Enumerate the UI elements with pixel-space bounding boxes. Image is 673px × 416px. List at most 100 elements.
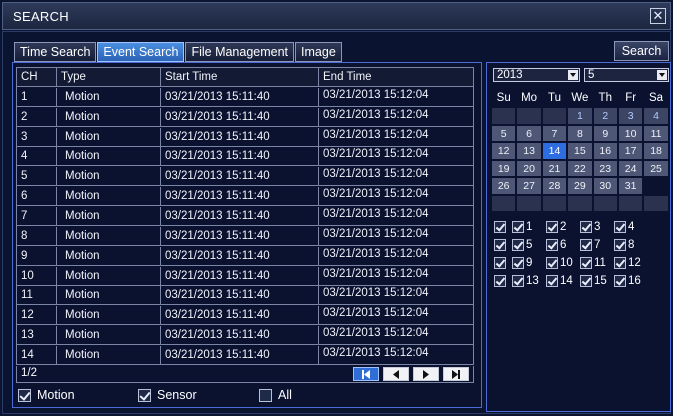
channel-item[interactable]: 8 <box>614 239 648 251</box>
header-ch[interactable]: CH <box>17 68 57 86</box>
calendar-day[interactable]: 14 <box>541 142 568 160</box>
table-row[interactable]: 12 Motion 03/21/2013 15:11:40 03/21/2013 15… <box>17 306 473 326</box>
channel-item[interactable]: 15 <box>580 275 614 287</box>
channel-checkbox[interactable] <box>546 221 558 233</box>
all-checkbox[interactable] <box>259 388 272 402</box>
calendar-day[interactable]: 26 <box>491 177 517 195</box>
table-row[interactable]: 13 Motion 03/21/2013 15:11:40 03/21/2013 15… <box>17 326 473 346</box>
channel-checkbox[interactable] <box>614 239 626 251</box>
sensor-checkbox[interactable] <box>138 388 151 402</box>
table-row[interactable]: 10 Motion 03/21/2013 15:11:40 03/21/2013 15… <box>17 266 473 286</box>
channel-checkbox[interactable] <box>546 239 558 251</box>
tab-event-search[interactable]: Event Search <box>97 42 185 62</box>
channel-item[interactable]: 12 <box>614 257 648 269</box>
channel-checkbox[interactable] <box>512 275 524 287</box>
channel-item[interactable]: 3 <box>580 221 614 233</box>
calendar-day[interactable]: 11 <box>643 124 669 142</box>
last-page-button[interactable] <box>443 367 469 381</box>
channel-item[interactable]: 7 <box>580 239 614 251</box>
channel-row-all[interactable] <box>494 257 512 269</box>
calendar-day[interactable]: 9 <box>592 124 618 142</box>
calendar-day[interactable]: 10 <box>617 124 644 142</box>
channel-checkbox[interactable] <box>580 221 592 233</box>
table-row[interactable]: 4 Motion 03/21/2013 15:11:40 03/21/2013 15:… <box>17 147 473 167</box>
table-row[interactable]: 11 Motion 03/21/2013 15:11:40 03/21/2013 15… <box>17 286 473 306</box>
channel-checkbox[interactable] <box>512 239 524 251</box>
channel-item[interactable]: 2 <box>546 221 580 233</box>
channel-row-all[interactable] <box>494 275 512 287</box>
filter-all[interactable]: All <box>259 387 292 403</box>
chevron-down-icon[interactable] <box>657 70 667 80</box>
filter-motion[interactable]: Motion <box>18 387 75 403</box>
close-icon[interactable]: ✕ <box>650 8 666 24</box>
year-select[interactable]: 2013 <box>493 68 580 82</box>
table-row[interactable]: 5 Motion 03/21/2013 15:11:40 03/21/2013 15:… <box>17 167 473 187</box>
channel-checkbox[interactable] <box>614 275 626 287</box>
calendar-day[interactable]: 1 <box>567 107 593 125</box>
table-row[interactable]: 2 Motion 03/21/2013 15:11:40 03/21/2013 15:… <box>17 107 473 127</box>
tab-file-management[interactable]: File Management <box>185 42 295 62</box>
channel-checkbox[interactable] <box>546 257 558 269</box>
calendar-day[interactable]: 2 <box>592 107 618 125</box>
channel-checkbox[interactable] <box>614 257 626 269</box>
month-select[interactable]: 5 <box>584 68 669 82</box>
row-all-checkbox[interactable] <box>494 239 506 251</box>
channel-row-all[interactable] <box>494 221 512 233</box>
first-page-button[interactable] <box>353 367 379 381</box>
calendar-day[interactable]: 19 <box>491 159 517 177</box>
calendar-day[interactable]: 4 <box>643 107 669 125</box>
channel-item[interactable]: 9 <box>512 257 546 269</box>
header-start-time[interactable]: Start Time <box>161 68 319 86</box>
channel-item[interactable]: 14 <box>546 275 580 287</box>
calendar-day[interactable]: 3 <box>617 107 644 125</box>
calendar-day[interactable]: 23 <box>592 159 618 177</box>
calendar-day[interactable]: 25 <box>643 159 669 177</box>
row-all-checkbox[interactable] <box>494 221 506 233</box>
channel-checkbox[interactable] <box>580 275 592 287</box>
calendar-day[interactable]: 24 <box>617 159 644 177</box>
table-row[interactable]: 8 Motion 03/21/2013 15:11:40 03/21/2013 15:… <box>17 226 473 246</box>
calendar-day[interactable]: 20 <box>516 159 542 177</box>
calendar-day[interactable]: 29 <box>567 177 593 195</box>
channel-row-all[interactable] <box>494 239 512 251</box>
calendar-day[interactable]: 6 <box>516 124 542 142</box>
channel-item[interactable]: 6 <box>546 239 580 251</box>
row-all-checkbox[interactable] <box>494 257 506 269</box>
table-row[interactable]: 7 Motion 03/21/2013 15:11:40 03/21/2013 15:… <box>17 206 473 226</box>
calendar-day[interactable]: 16 <box>592 142 618 160</box>
calendar-day[interactable]: 31 <box>617 177 644 195</box>
calendar-day[interactable]: 17 <box>617 142 644 160</box>
channel-item[interactable]: 13 <box>512 275 546 287</box>
next-page-button[interactable] <box>413 367 439 381</box>
prev-page-button[interactable] <box>383 367 409 381</box>
calendar-day[interactable]: 5 <box>491 124 517 142</box>
tab-image[interactable]: Image <box>295 42 342 62</box>
calendar-day[interactable]: 27 <box>516 177 542 195</box>
table-row[interactable]: 6 Motion 03/21/2013 15:11:40 03/21/2013 15:… <box>17 187 473 207</box>
calendar-day[interactable]: 8 <box>567 124 593 142</box>
channel-checkbox[interactable] <box>512 221 524 233</box>
calendar-day[interactable]: 28 <box>541 177 568 195</box>
motion-checkbox[interactable] <box>18 388 31 402</box>
channel-item[interactable]: 10 <box>546 257 580 269</box>
chevron-down-icon[interactable] <box>568 70 578 80</box>
header-type[interactable]: Type <box>57 68 161 86</box>
channel-checkbox[interactable] <box>580 239 592 251</box>
calendar-day[interactable]: 15 <box>567 142 593 160</box>
filter-sensor[interactable]: Sensor <box>138 387 197 403</box>
header-end-time[interactable]: End Time <box>319 68 473 86</box>
channel-item[interactable]: 16 <box>614 275 648 287</box>
tab-time-search[interactable]: Time Search <box>14 42 97 62</box>
calendar-day[interactable]: 18 <box>643 142 669 160</box>
channel-item[interactable]: 11 <box>580 257 614 269</box>
channel-item[interactable]: 1 <box>512 221 546 233</box>
channel-checkbox[interactable] <box>580 257 592 269</box>
calendar-day[interactable]: 30 <box>592 177 618 195</box>
search-button[interactable]: Search <box>614 41 669 61</box>
channel-checkbox[interactable] <box>614 221 626 233</box>
table-row[interactable]: 3 Motion 03/21/2013 15:11:40 03/21/2013 15:… <box>17 127 473 147</box>
calendar-day[interactable]: 21 <box>541 159 568 177</box>
row-all-checkbox[interactable] <box>494 275 506 287</box>
calendar-day[interactable]: 22 <box>567 159 593 177</box>
table-row[interactable]: 1 Motion 03/21/2013 15:11:40 03/21/2013 15:… <box>17 87 473 107</box>
